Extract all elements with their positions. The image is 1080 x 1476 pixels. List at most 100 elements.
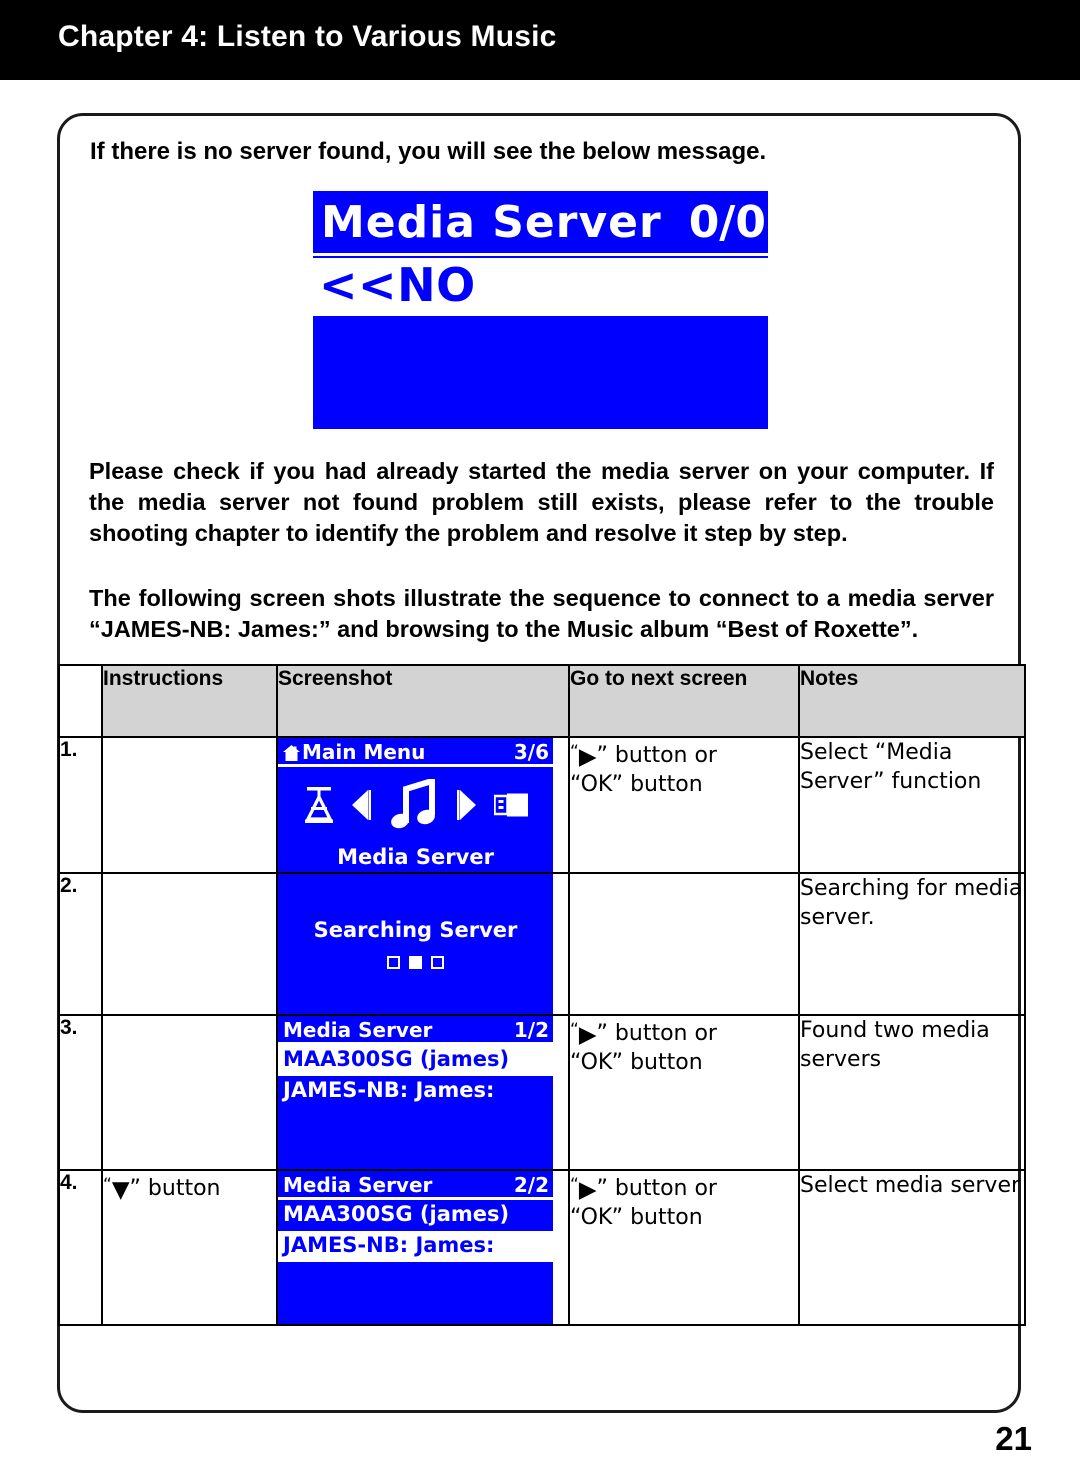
- next-line-2: “OK” button: [570, 772, 703, 797]
- progress-dot: [387, 956, 400, 969]
- right-arrow-icon: [456, 790, 476, 820]
- steps-table: Instructions Screenshot Go to next scree…: [58, 664, 1026, 1326]
- progress-dot-active: [409, 956, 422, 969]
- lcd-title: Media Server: [321, 197, 662, 248]
- table-row: 1. Main Menu 3/6 Media Server “▶” button…: [58, 736, 1026, 874]
- searching-server-lcd: Searching Server: [278, 874, 553, 1014]
- page-number: 21: [995, 1420, 1032, 1457]
- lcd-menu-body: Media Server: [278, 767, 553, 872]
- step-go-to-next: “▶” button or “OK” button: [568, 1169, 800, 1326]
- paragraph-sequence-intro: The following screen shots illustrate th…: [89, 585, 994, 642]
- lcd-message: <<NO SERVER>>: [319, 258, 603, 366]
- chapter-header-bar: Chapter 4: Listen to Various Music: [0, 0, 1080, 80]
- intro-text: If there is no server found, you will se…: [90, 138, 767, 165]
- lcd-menu-caption: Media Server: [337, 845, 494, 869]
- right-triangle-icon: ▶: [578, 744, 597, 770]
- progress-dot: [431, 956, 444, 969]
- media-server-list-lcd: Media Server 1/2 MAA300SG (james) JAMES-…: [278, 1016, 553, 1169]
- step-notes: Found two media servers: [798, 1014, 1026, 1171]
- column-header-number: [58, 664, 103, 738]
- step-go-to-next: “▶” button or “OK” button: [568, 736, 800, 874]
- lcd-title-bar: Media Server 0/0: [313, 191, 768, 253]
- lcd-message-row: <<NO SERVER>>: [313, 258, 768, 366]
- step-number: 4.: [58, 1169, 103, 1326]
- chapter-title: Chapter 4: Listen to Various Music: [58, 20, 557, 53]
- right-triangle-icon: ▶: [578, 1022, 597, 1048]
- next-suffix: ” button or: [596, 1021, 717, 1046]
- next-line-2: “OK” button: [570, 1205, 703, 1230]
- table-row: 3. Media Server 1/2 MAA300SG (james) JAM…: [58, 1014, 1026, 1171]
- down-triangle-icon: ▼: [111, 1177, 130, 1203]
- lcd-title-text: Main Menu: [302, 740, 426, 764]
- lcd-title: Media Server: [283, 1173, 433, 1197]
- table-row: 4. “▼” button Media Server 2/2 MAA300SG …: [58, 1169, 1026, 1326]
- next-suffix: ” button or: [596, 1176, 717, 1201]
- lcd-title-with-home: Main Menu: [283, 740, 425, 764]
- step-screenshot: Main Menu 3/6 Media Server: [276, 736, 570, 874]
- lcd-empty-line: [278, 1293, 553, 1324]
- lcd-counter: 3/6: [513, 740, 549, 764]
- lcd-searching-text: Searching Server: [313, 918, 518, 942]
- lcd-list-item: MAA300SG (james): [278, 1200, 553, 1231]
- step-instructions: [101, 736, 278, 874]
- step-instructions: [101, 872, 278, 1016]
- right-triangle-icon: ▶: [578, 1177, 597, 1203]
- lcd-list-item-label: JAMES-NB: James:: [283, 1233, 495, 1257]
- table-header-row: Instructions Screenshot Go to next scree…: [58, 664, 1026, 738]
- step-instructions: “▼” button: [101, 1169, 278, 1326]
- left-arrow-icon: [351, 790, 371, 820]
- lcd-title: Media Server: [283, 1018, 433, 1042]
- lcd-empty-line: [278, 1107, 553, 1138]
- column-header-instructions: Instructions: [101, 664, 278, 738]
- no-server-lcd-screenshot: Media Server 0/0 <<NO SERVER>>: [313, 191, 768, 429]
- next-line-2: “OK” button: [570, 1050, 703, 1075]
- quote-open: “: [570, 1020, 579, 1040]
- lcd-empty-line: [278, 1138, 553, 1169]
- lcd-list-item-selected: MAA300SG (james): [278, 1045, 553, 1076]
- column-header-notes: Notes: [798, 664, 1026, 738]
- step-instructions: [101, 1014, 278, 1171]
- usb-stick-icon: [493, 793, 528, 817]
- lcd-searching-body: Searching Server: [278, 874, 553, 1014]
- lcd-list-item-label: JAMES-NB: James:: [283, 1078, 495, 1102]
- lcd-title-bar: Media Server 1/2: [278, 1016, 553, 1045]
- next-suffix: ” button or: [596, 743, 717, 768]
- lcd-list-item-label: MAA300SG (james): [283, 1047, 510, 1071]
- music-note-icon: [390, 779, 435, 829]
- lcd-list-item-selected: JAMES-NB: James:: [278, 1231, 553, 1262]
- step-notes: Select “Media Server” function: [798, 736, 1026, 874]
- lcd-list-item: JAMES-NB: James:: [278, 1076, 553, 1107]
- step-notes: Select media server: [798, 1169, 1026, 1326]
- lcd-title-bar: Main Menu 3/6: [278, 738, 553, 767]
- step-number: 2.: [58, 872, 103, 1016]
- table-row: 2. Searching Server Searching for media …: [58, 872, 1026, 1016]
- column-header-next: Go to next screen: [568, 664, 800, 738]
- step-number: 3.: [58, 1014, 103, 1171]
- antenna-icon: [304, 787, 333, 823]
- step-screenshot: Media Server 2/2 MAA300SG (james) JAMES-…: [276, 1169, 570, 1326]
- paragraph-check-server: Please check if you had already started …: [89, 458, 994, 546]
- lcd-counter: 0/0: [688, 197, 766, 248]
- lcd-empty-line: [278, 1262, 553, 1293]
- lcd-progress-dots: [278, 956, 553, 969]
- lcd-list-item-label: MAA300SG (james): [283, 1202, 510, 1226]
- lcd-counter: 2/2: [513, 1173, 549, 1197]
- home-icon: [283, 745, 300, 761]
- lcd-counter: 1/2: [513, 1018, 549, 1042]
- lcd-title-bar: Media Server 2/2: [278, 1171, 553, 1200]
- step-screenshot: Media Server 1/2 MAA300SG (james) JAMES-…: [276, 1014, 570, 1171]
- content-frame: If there is no server found, you will se…: [57, 113, 1026, 1413]
- step-go-to-next: “▶” button or “OK” button: [568, 1014, 800, 1171]
- step-number: 1.: [58, 736, 103, 874]
- quote-open: “: [570, 1175, 579, 1195]
- step-go-to-next: [568, 872, 800, 1016]
- step-notes: Searching for media server.: [798, 872, 1026, 1016]
- quote-open: “: [103, 1175, 112, 1195]
- instructions-suffix: ” button: [129, 1176, 221, 1201]
- lcd-icon-row: [278, 779, 553, 831]
- column-header-screenshot: Screenshot: [276, 664, 570, 738]
- main-menu-lcd: Main Menu 3/6 Media Server: [278, 738, 553, 872]
- step-screenshot: Searching Server: [276, 872, 570, 1016]
- quote-open: “: [570, 742, 579, 762]
- media-server-list-lcd: Media Server 2/2 MAA300SG (james) JAMES-…: [278, 1171, 553, 1324]
